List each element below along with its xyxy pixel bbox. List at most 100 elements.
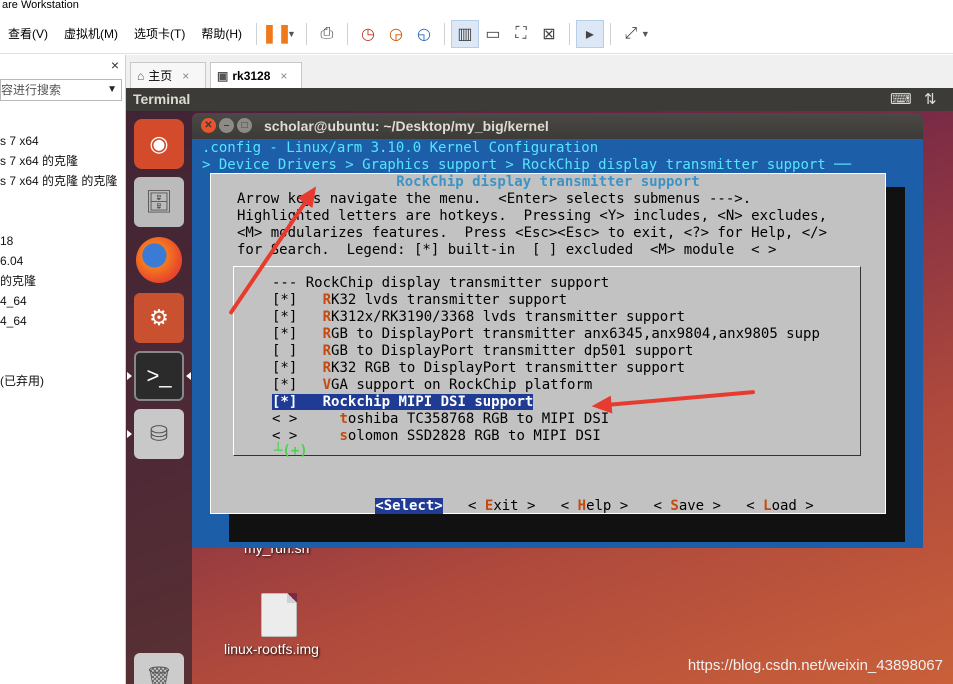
- help-text: Highlighted letters are hotkeys. Pressin…: [237, 208, 828, 224]
- exit-button[interactable]: < Exit >: [468, 498, 535, 514]
- option-toshiba-tc358768[interactable]: < > toshiba TC358768 RGB to MIPI DSI: [272, 411, 609, 428]
- vm-tree-item[interactable]: (已弃用): [0, 371, 125, 391]
- menu-vm[interactable]: 虚拟机(M): [56, 14, 126, 54]
- vm-icon: ▣: [217, 68, 229, 83]
- ubuntu-dash-icon[interactable]: ◉: [134, 119, 184, 169]
- unity-icon[interactable]: ⊠: [535, 20, 563, 48]
- send-keys-icon[interactable]: ⎙: [313, 20, 341, 48]
- option-rgb-dp501[interactable]: [ ] RGB to DisplayPort transmitter dp501…: [272, 343, 693, 360]
- option-rgb-dp-anx[interactable]: [*] RGB to DisplayPort transmitter anx63…: [272, 326, 820, 343]
- close-icon[interactable]: ×: [182, 69, 189, 83]
- watermark: https://blog.csdn.net/weixin_43898067: [687, 657, 943, 674]
- menuconfig-dialog: RockChip display transmitter support Arr…: [210, 173, 886, 514]
- desktop-file-label[interactable]: linux-rootfs.img: [224, 641, 319, 657]
- pause-dropdown-icon[interactable]: ▼: [287, 29, 296, 39]
- option-list: --- RockChip display transmitter support…: [233, 266, 861, 459]
- vm-tree-item[interactable]: 4_64: [0, 311, 125, 331]
- terminal-icon[interactable]: >_: [134, 351, 184, 401]
- toolbar-separator: [256, 22, 257, 45]
- keyboard-icon[interactable]: ⌨: [890, 88, 912, 111]
- toolbar-separator: [443, 22, 445, 45]
- vm-tree-item[interactable]: [0, 331, 125, 351]
- terminal-titlebar: ✕ – □ scholar@ubuntu: ~/Desktop/my_big/k…: [192, 113, 923, 139]
- vm-tree-item[interactable]: [0, 211, 125, 231]
- vm-tree: s 7 x64 s 7 x64 的克隆 s 7 x64 的克隆 的克隆 18 6…: [0, 131, 125, 391]
- guest-screen[interactable]: Terminal ⌨ ⇅ ◉ 🗄 ⚙ >_ ⛁ 🗑 my_run.sh linu…: [126, 88, 953, 684]
- view-thumbnail-icon[interactable]: ▭: [479, 20, 507, 48]
- library-search-input[interactable]: 容进行搜索 ▼: [0, 79, 122, 101]
- tab-label: rk3128: [232, 68, 271, 83]
- minimize-icon[interactable]: –: [219, 118, 234, 133]
- stretch-dropdown-icon[interactable]: ▼: [641, 29, 650, 39]
- terminal-window: ✕ – □ scholar@ubuntu: ~/Desktop/my_big/k…: [192, 113, 923, 548]
- firefox-icon[interactable]: [134, 235, 184, 285]
- select-button[interactable]: <Select>: [375, 498, 443, 514]
- menu-help[interactable]: 帮助(H): [193, 14, 250, 54]
- vm-tree-item[interactable]: s 7 x64 的克隆: [0, 151, 125, 171]
- menu-tabs[interactable]: 选项卡(T): [126, 14, 193, 54]
- revert-snapshot-icon[interactable]: ◶: [382, 20, 410, 48]
- console-icon[interactable]: ▸: [575, 19, 604, 48]
- close-icon[interactable]: ×: [111, 57, 119, 73]
- menubar: 查看(V) 虚拟机(M) 选项卡(T) 帮助(H) ❚❚ ▼ ⎙ ◷ ◶ ◵ ▥ …: [0, 14, 953, 54]
- dialog-buttons: <Select> < Exit > < Help > < Save > < Lo…: [291, 481, 814, 514]
- toolbar-separator: [609, 22, 611, 45]
- option-solomon-ssd2828[interactable]: < > solomon SSD2828 RGB to MIPI DSI: [272, 428, 601, 445]
- panel-title: Terminal: [133, 91, 191, 107]
- focus-indicator-icon: [186, 372, 191, 380]
- ubuntu-top-panel: Terminal ⌨ ⇅: [126, 88, 953, 111]
- vm-tree-item[interactable]: [0, 351, 125, 371]
- trash-icon[interactable]: 🗑: [134, 653, 184, 684]
- toolbar-separator: [346, 22, 348, 45]
- files-icon[interactable]: 🗄: [134, 177, 184, 227]
- scroll-more-indicator: ┴(+): [274, 443, 308, 459]
- option-rk312x-lvds[interactable]: [*] RK312x/RK3190/3368 lvds transmitter …: [272, 309, 685, 326]
- help-text: for Search. Legend: [*] built-in [ ] exc…: [237, 242, 777, 258]
- option-rk32-lvds[interactable]: [*] RK32 lvds transmitter support: [272, 292, 567, 309]
- snapshot-manager-icon[interactable]: ◵: [410, 20, 438, 48]
- search-placeholder: 容进行搜索: [1, 83, 62, 97]
- menu-header-item: --- RockChip display transmitter support: [272, 275, 610, 291]
- close-icon[interactable]: ×: [280, 69, 287, 83]
- running-indicator-icon: [127, 430, 132, 438]
- network-icon[interactable]: ⇅: [924, 88, 937, 111]
- vm-tree-item[interactable]: s 7 x64 的克隆 的克隆: [0, 171, 125, 191]
- file-icon[interactable]: [261, 593, 297, 637]
- vm-tree-item[interactable]: s 7 x64: [0, 131, 125, 151]
- snapshot-icon[interactable]: ◷: [354, 20, 382, 48]
- help-button[interactable]: < Help >: [561, 498, 628, 514]
- option-rk32-rgb-dp[interactable]: [*] RK32 RGB to DisplayPort transmitter …: [272, 360, 685, 377]
- menuconfig-breadcrumb: > Device Drivers > Graphics support > Ro…: [202, 157, 852, 173]
- settings-icon[interactable]: ⚙: [134, 293, 184, 343]
- tab-bar: ⌂ 主页 × ▣ rk3128 ×: [126, 55, 953, 88]
- app-title: are Workstation: [0, 0, 953, 14]
- tab-rk3128[interactable]: ▣ rk3128 ×: [210, 62, 302, 88]
- tab-home[interactable]: ⌂ 主页 ×: [130, 62, 206, 88]
- home-icon: ⌂: [137, 68, 145, 83]
- tab-label: 主页: [148, 69, 173, 83]
- vm-tree-item[interactable]: 18: [0, 231, 125, 251]
- disk-icon[interactable]: ⛁: [134, 409, 184, 459]
- fullscreen-icon[interactable]: ⛶: [507, 20, 535, 48]
- terminal-title: scholar@ubuntu: ~/Desktop/my_big/kernel: [264, 118, 549, 134]
- vm-tree-item[interactable]: 6.04: [0, 251, 125, 271]
- option-mipi-dsi-selected[interactable]: [*] Rockchip MIPI DSI support: [272, 394, 534, 411]
- vm-tree-item[interactable]: 的克隆: [0, 271, 125, 291]
- library-panel: × 容进行搜索 ▼ s 7 x64 s 7 x64 的克隆 s 7 x64 的克…: [0, 55, 126, 684]
- menu-view[interactable]: 查看(V): [0, 14, 56, 54]
- view-library-icon[interactable]: ▥: [450, 19, 479, 48]
- toolbar-separator: [305, 22, 307, 45]
- help-text: <M> modularizes features. Press <Esc><Es…: [237, 225, 828, 241]
- ubuntu-launcher: ◉ 🗄 ⚙ >_ ⛁ 🗑: [126, 111, 192, 684]
- chevron-down-icon[interactable]: ▼: [107, 80, 117, 100]
- load-button[interactable]: < Load >: [746, 498, 813, 514]
- toolbar-separator: [568, 22, 570, 45]
- close-icon[interactable]: ✕: [201, 118, 216, 133]
- vm-tree-item[interactable]: 4_64: [0, 291, 125, 311]
- vm-tree-item[interactable]: [0, 191, 125, 211]
- save-button[interactable]: < Save >: [654, 498, 721, 514]
- maximize-icon[interactable]: □: [237, 118, 252, 133]
- option-vga-support[interactable]: [*] VGA support on RockChip platform: [272, 377, 592, 394]
- running-indicator-icon: [127, 372, 132, 380]
- menuconfig-header: .config - Linux/arm 3.10.0 Kernel Config…: [202, 140, 599, 156]
